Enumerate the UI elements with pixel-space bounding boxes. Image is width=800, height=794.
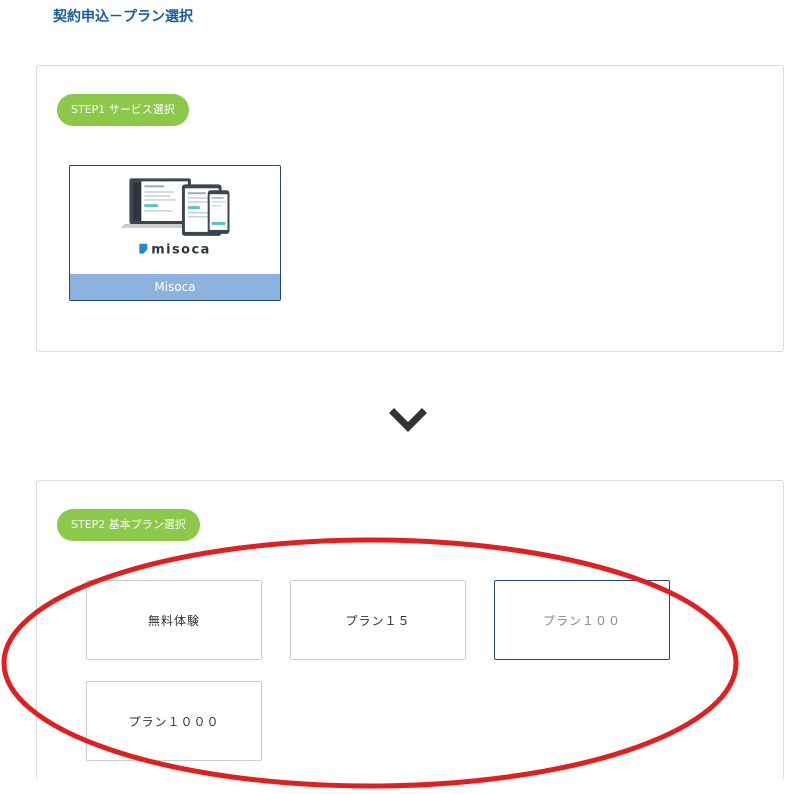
- plan-selection-page: 契約申込－プラン選択 STEP1 サービス選択 misoca Misoca ST…: [0, 0, 800, 794]
- step2-label: STEP2 基本プラン選択: [57, 509, 200, 541]
- plan-button-100[interactable]: プラン１００: [494, 580, 670, 660]
- page-title: 契約申込－プラン選択: [53, 9, 193, 25]
- misoca-logo-icon: [139, 243, 148, 254]
- step1-panel: STEP1 サービス選択 misoca Misoca: [36, 65, 784, 352]
- service-card-misoca[interactable]: misoca Misoca: [69, 165, 281, 301]
- plan-button-15[interactable]: プラン１５: [290, 580, 466, 660]
- chevron-down-icon: [389, 408, 427, 432]
- plan-button-1000[interactable]: プラン１０００: [86, 681, 262, 761]
- service-name: Misoca: [70, 274, 280, 300]
- step2-panel: STEP2 基本プラン選択 無料体験 プラン１５ プラン１００ プラン１０００: [36, 480, 784, 780]
- logo-text: misoca: [151, 243, 211, 258]
- service-thumbnail: misoca: [120, 178, 230, 258]
- step1-label: STEP1 サービス選択: [57, 94, 189, 126]
- plan-button-free-trial[interactable]: 無料体験: [86, 580, 262, 660]
